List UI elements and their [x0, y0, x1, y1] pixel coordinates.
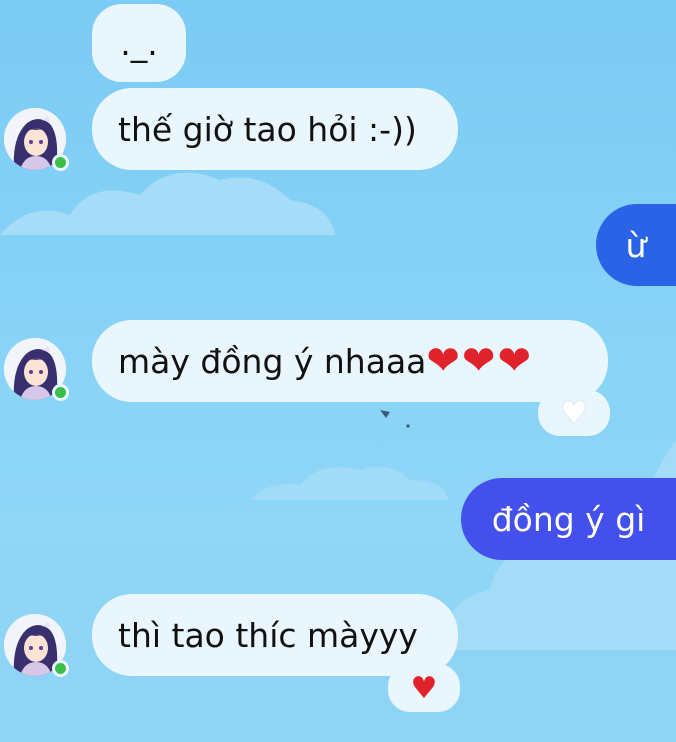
incoming-message-bubble[interactable]: mày đồng ý nhaaa ❤❤❤	[92, 320, 608, 402]
reaction-badge[interactable]: ♥	[538, 390, 610, 436]
message-text: đồng ý gì	[491, 499, 646, 539]
outgoing-message-bubble[interactable]: ừ	[596, 204, 676, 286]
avatar[interactable]	[4, 338, 69, 401]
heart-icon: ♥	[560, 395, 588, 431]
airplane-icon	[380, 410, 410, 428]
message-text: ừ	[625, 225, 647, 265]
online-status-dot	[52, 154, 69, 171]
incoming-message-bubble[interactable]: thế giờ tao hỏi :-))	[92, 88, 458, 170]
message-text: thế giờ tao hỏi :-))	[118, 109, 417, 149]
incoming-message-bubble[interactable]: ._.	[92, 4, 186, 82]
online-status-dot	[52, 384, 69, 401]
outgoing-message-bubble[interactable]: đồng ý gì	[461, 478, 676, 560]
incoming-message-bubble[interactable]: thì tao thíc màyyy	[92, 594, 458, 676]
online-status-dot	[52, 660, 69, 677]
message-text: thì tao thíc màyyy	[118, 615, 418, 655]
heart-emoji: ❤❤❤	[426, 338, 533, 384]
avatar[interactable]	[4, 108, 69, 171]
background-cloud	[250, 466, 448, 500]
message-text: ._.	[120, 23, 158, 63]
reaction-badge[interactable]: ♥	[388, 664, 460, 712]
message-text: mày đồng ý nhaaa	[118, 341, 427, 381]
heart-icon: ♥	[410, 670, 438, 706]
avatar[interactable]	[4, 614, 69, 677]
background-cloud	[0, 172, 335, 235]
